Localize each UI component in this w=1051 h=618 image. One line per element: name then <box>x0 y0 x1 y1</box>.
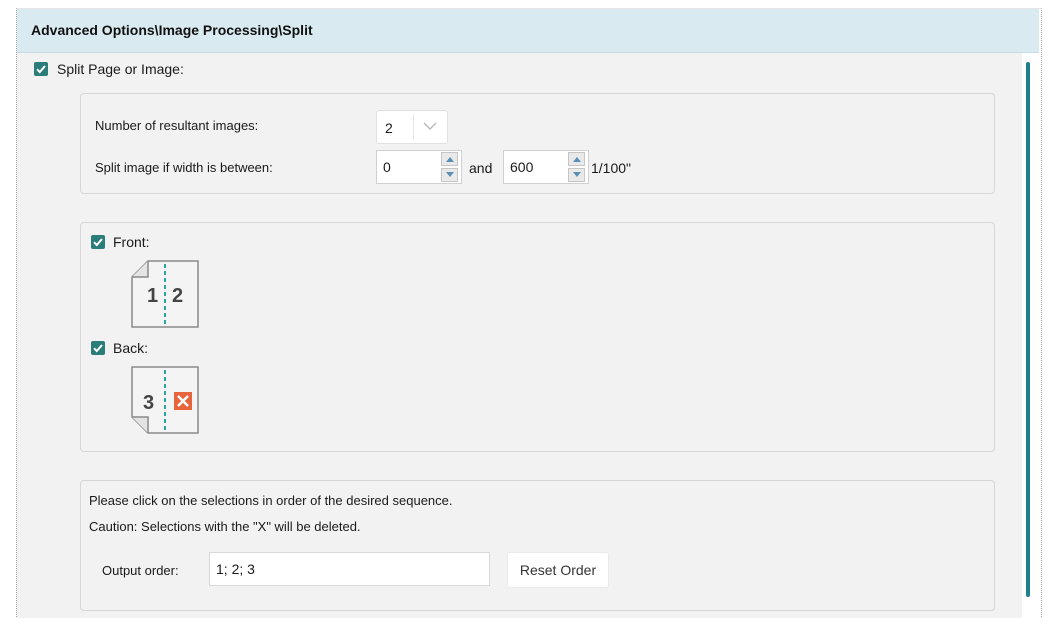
checkmark-icon <box>93 344 103 353</box>
back-checkbox[interactable] <box>91 341 105 355</box>
chevron-down-icon[interactable] <box>423 121 437 131</box>
split-checkbox[interactable] <box>34 62 48 76</box>
back-split-page-icon[interactable]: 3 <box>131 366 201 436</box>
max-increment-button[interactable] <box>568 152 585 166</box>
max-decrement-button[interactable] <box>568 168 585 182</box>
checkmark-icon <box>93 238 103 247</box>
sides-group <box>80 222 995 452</box>
max-width-value: 600 <box>510 159 534 175</box>
front-page-1: 1 <box>147 285 158 307</box>
min-width-spinner[interactable]: 0 <box>376 150 462 184</box>
min-increment-button[interactable] <box>441 152 458 166</box>
output-order-field[interactable] <box>209 552 490 586</box>
resultant-label: Number of resultant images: <box>95 118 259 133</box>
unit-label: 1/100" <box>591 160 632 176</box>
output-order-label: Output order: <box>102 563 179 578</box>
back-page-3: 3 <box>143 392 154 414</box>
front-checkbox[interactable] <box>91 235 105 249</box>
triangle-down-icon <box>573 172 581 177</box>
resultant-images-value: 2 <box>385 120 393 136</box>
max-spin-buttons <box>568 152 586 182</box>
triangle-up-icon <box>446 157 454 162</box>
front-page-2: 2 <box>172 285 183 307</box>
triangle-up-icon <box>573 157 581 162</box>
width-label: Split image if width is between: <box>95 160 273 175</box>
back-label: Back: <box>113 340 149 356</box>
front-label: Front: <box>113 234 150 250</box>
checkmark-icon <box>36 65 46 74</box>
front-split-page-icon[interactable]: 1 2 <box>131 260 201 330</box>
max-width-spinner[interactable]: 600 <box>503 150 589 184</box>
triangle-down-icon <box>446 172 454 177</box>
order-caution: Caution: Selections with the "X" will be… <box>89 519 361 534</box>
section-header: Advanced Options\Image Processing\Split <box>17 9 1039 53</box>
min-decrement-button[interactable] <box>441 168 458 182</box>
order-instruction: Please click on the selections in order … <box>89 493 453 508</box>
scrollbar-thumb[interactable] <box>1026 62 1030 597</box>
section-title: Advanced Options\Image Processing\Split <box>31 22 313 38</box>
split-label: Split Page or Image: <box>57 61 184 77</box>
min-width-value: 0 <box>383 159 391 175</box>
and-label: and <box>469 160 493 176</box>
output-order-input[interactable] <box>216 561 476 577</box>
dropdown-separator <box>413 114 414 140</box>
resultant-images-dropdown[interactable]: 2 <box>376 110 448 144</box>
reset-order-button[interactable]: Reset Order <box>507 552 609 588</box>
min-spin-buttons <box>441 152 459 182</box>
